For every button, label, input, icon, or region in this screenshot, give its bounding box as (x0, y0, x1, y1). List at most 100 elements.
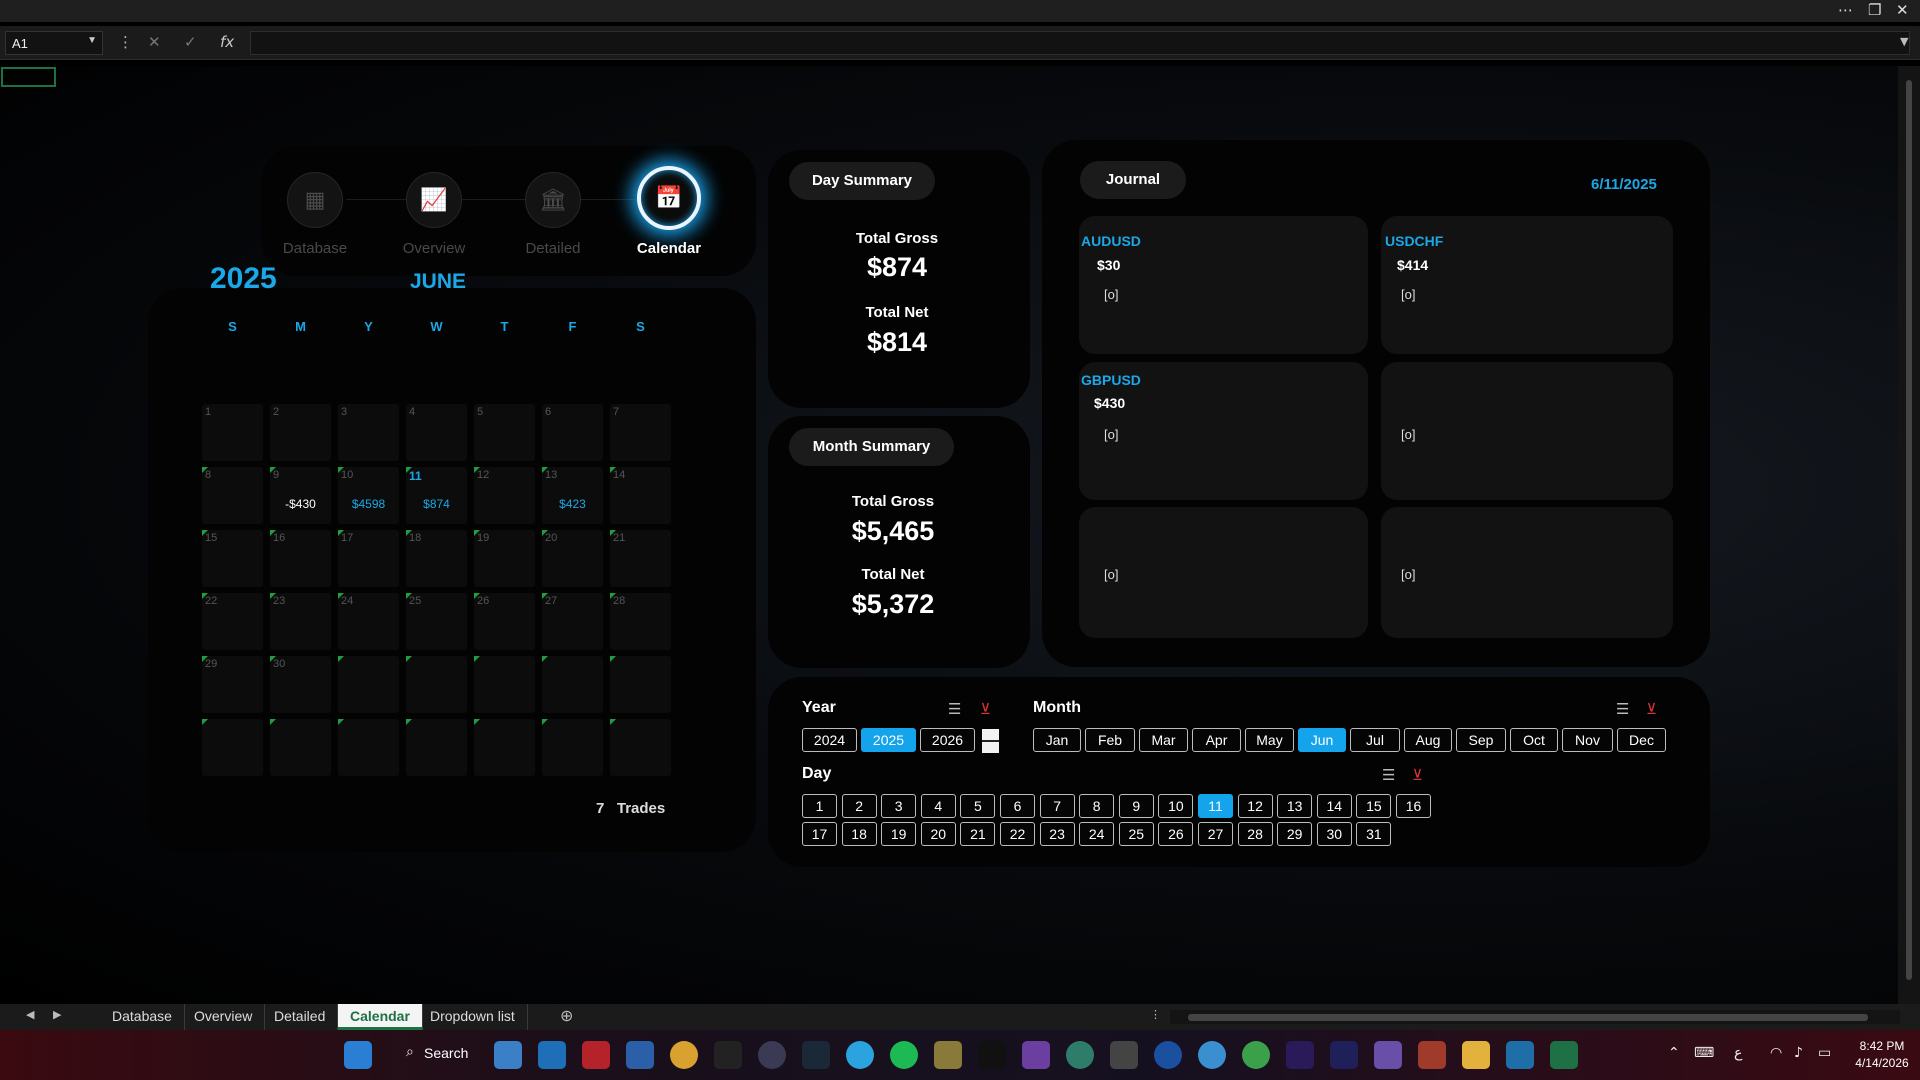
close-window-icon[interactable]: ✕ (1896, 1, 1909, 19)
file-explorer-icon[interactable] (1462, 1041, 1490, 1069)
battery-icon[interactable]: ▭ (1818, 1045, 1831, 1061)
expand-formula-bar-icon[interactable]: ▼ (1900, 35, 1908, 48)
month-option-button[interactable]: Sep (1456, 728, 1506, 752)
app-icon[interactable] (1198, 1041, 1226, 1069)
sheet-tab[interactable]: Overview (182, 1004, 266, 1030)
calendar-day-cell[interactable]: 28 (610, 593, 671, 650)
language-icon[interactable]: ع (1734, 1045, 1742, 1061)
day-option-button[interactable]: 11 (1198, 794, 1233, 818)
premiere-pro-icon[interactable] (1286, 1041, 1314, 1069)
calendar-day-cell[interactable] (542, 656, 603, 713)
nav-calendar[interactable]: 📅 Calendar (614, 166, 724, 257)
chrome-icon[interactable] (670, 1041, 698, 1069)
app-icon[interactable] (1374, 1041, 1402, 1069)
calendar-day-cell[interactable]: 13 $423 (542, 467, 603, 524)
name-box-dropdown-icon[interactable]: ▼ (87, 35, 97, 46)
clear-filter-icon[interactable]: ⊻ (980, 700, 991, 718)
name-box[interactable]: A1 ▼ (5, 31, 103, 55)
epic-games-icon[interactable] (714, 1041, 742, 1069)
month-option-button[interactable]: Apr (1192, 728, 1241, 752)
day-option-button[interactable]: 23 (1039, 822, 1075, 846)
day-option-button[interactable]: 22 (1000, 822, 1035, 846)
calendar-day-cell[interactable]: 17 (338, 530, 399, 587)
calendar-day-cell[interactable]: 29 (202, 656, 263, 713)
day-option-button[interactable]: 24 (1079, 822, 1115, 846)
year-option-button[interactable]: 2025 (861, 728, 916, 752)
calendar-day-cell[interactable]: 6 (542, 404, 603, 461)
day-option-button[interactable]: 26 (1158, 822, 1194, 846)
calendar-day-cell[interactable]: 16 (270, 530, 331, 587)
sheet-tab[interactable]: Detailed (262, 1004, 339, 1030)
day-option-button[interactable]: 8 (1079, 794, 1115, 818)
calendar-day-cell[interactable]: 8 (202, 467, 263, 524)
day-option-button[interactable]: 17 (802, 822, 837, 846)
kebab-menu-icon[interactable]: ⋮ (118, 33, 133, 51)
multi-select-icon[interactable]: ☰ (1616, 700, 1629, 718)
vertical-scroll-thumb[interactable] (1906, 80, 1912, 980)
app-icon[interactable] (1022, 1041, 1050, 1069)
wifi-icon[interactable]: ◠ (1770, 1045, 1782, 1061)
day-option-button[interactable]: 27 (1198, 822, 1233, 846)
month-option-button[interactable]: Jul (1350, 728, 1400, 752)
calendar-day-cell[interactable]: 11 $874 (406, 467, 467, 524)
desktop-icon[interactable] (538, 1041, 566, 1069)
calendar-day-cell[interactable]: 3 (338, 404, 399, 461)
calendar-day-cell[interactable]: 5 (474, 404, 535, 461)
multi-select-icon[interactable]: ☰ (948, 700, 961, 718)
day-option-button[interactable]: 31 (1356, 822, 1392, 846)
calendar-day-cell[interactable]: 2 (270, 404, 331, 461)
calendar-day-cell[interactable]: 12 (474, 467, 535, 524)
day-option-button[interactable]: 12 (1237, 794, 1273, 818)
calendar-day-cell[interactable]: 1 (202, 404, 263, 461)
calendar-day-cell[interactable]: 21 (610, 530, 671, 587)
day-option-button[interactable]: 18 (841, 822, 877, 846)
tab-split-handle-icon[interactable]: ⋮ (1150, 1008, 1161, 1021)
day-option-button[interactable]: 2 (841, 794, 877, 818)
calendar-day-cell[interactable]: 22 (202, 593, 263, 650)
day-option-button[interactable]: 10 (1158, 794, 1194, 818)
month-option-button[interactable]: Dec (1617, 728, 1666, 752)
calendar-day-cell[interactable] (474, 656, 535, 713)
telegram-icon[interactable] (846, 1041, 874, 1069)
calendar-day-cell[interactable]: 14 (610, 467, 671, 524)
app-icon[interactable] (1066, 1041, 1094, 1069)
calendar-day-cell[interactable] (406, 719, 467, 776)
calendar-day-cell[interactable]: 25 (406, 593, 467, 650)
day-option-button[interactable]: 15 (1356, 794, 1392, 818)
day-option-button[interactable]: 14 (1316, 794, 1352, 818)
calendar-day-cell[interactable]: 24 (338, 593, 399, 650)
app-icon[interactable] (934, 1041, 962, 1069)
nav-database[interactable]: ▦ Database (260, 172, 370, 257)
slicer-scroll-control[interactable] (982, 729, 999, 753)
formula-input[interactable] (250, 31, 1910, 55)
month-option-button[interactable]: Nov (1562, 728, 1613, 752)
day-option-button[interactable]: 21 (960, 822, 996, 846)
journal-card[interactable] (1079, 507, 1368, 638)
journal-card[interactable] (1381, 362, 1673, 500)
calendar-day-cell[interactable]: 26 (474, 593, 535, 650)
nav-overview[interactable]: 📈 Overview (379, 172, 489, 257)
tradingview-icon[interactable] (978, 1041, 1006, 1069)
day-option-button[interactable]: 30 (1316, 822, 1352, 846)
add-sheet-icon[interactable]: ⊕ (560, 1006, 573, 1025)
cancel-entry-icon[interactable]: ✕ (148, 33, 161, 51)
calendar-day-cell[interactable] (270, 719, 331, 776)
calendar-day-cell[interactable]: 9 -$430 (270, 467, 331, 524)
year-option-button[interactable]: 2026 (920, 728, 975, 752)
after-effects-icon[interactable] (1330, 1041, 1358, 1069)
widgets-icon[interactable] (494, 1041, 522, 1069)
keyboard-icon[interactable]: ⌨ (1694, 1045, 1714, 1061)
calendar-day-cell[interactable]: 23 (270, 593, 331, 650)
steam-icon[interactable] (802, 1041, 830, 1069)
month-option-button[interactable]: Jan (1033, 728, 1081, 752)
calendar-day-cell[interactable] (202, 719, 263, 776)
insert-function-icon[interactable]: fx (220, 33, 234, 51)
month-option-button[interactable]: Mar (1139, 728, 1188, 752)
day-option-button[interactable]: 6 (1000, 794, 1035, 818)
calendar-day-cell[interactable]: 15 (202, 530, 263, 587)
horizontal-scrollbar[interactable] (1170, 1010, 1900, 1024)
month-option-button[interactable]: Jun (1298, 728, 1346, 752)
calendar-day-cell[interactable] (406, 656, 467, 713)
more-options-icon[interactable]: ⋯ (1838, 1, 1853, 19)
restore-window-icon[interactable]: ❐ (1868, 1, 1881, 19)
